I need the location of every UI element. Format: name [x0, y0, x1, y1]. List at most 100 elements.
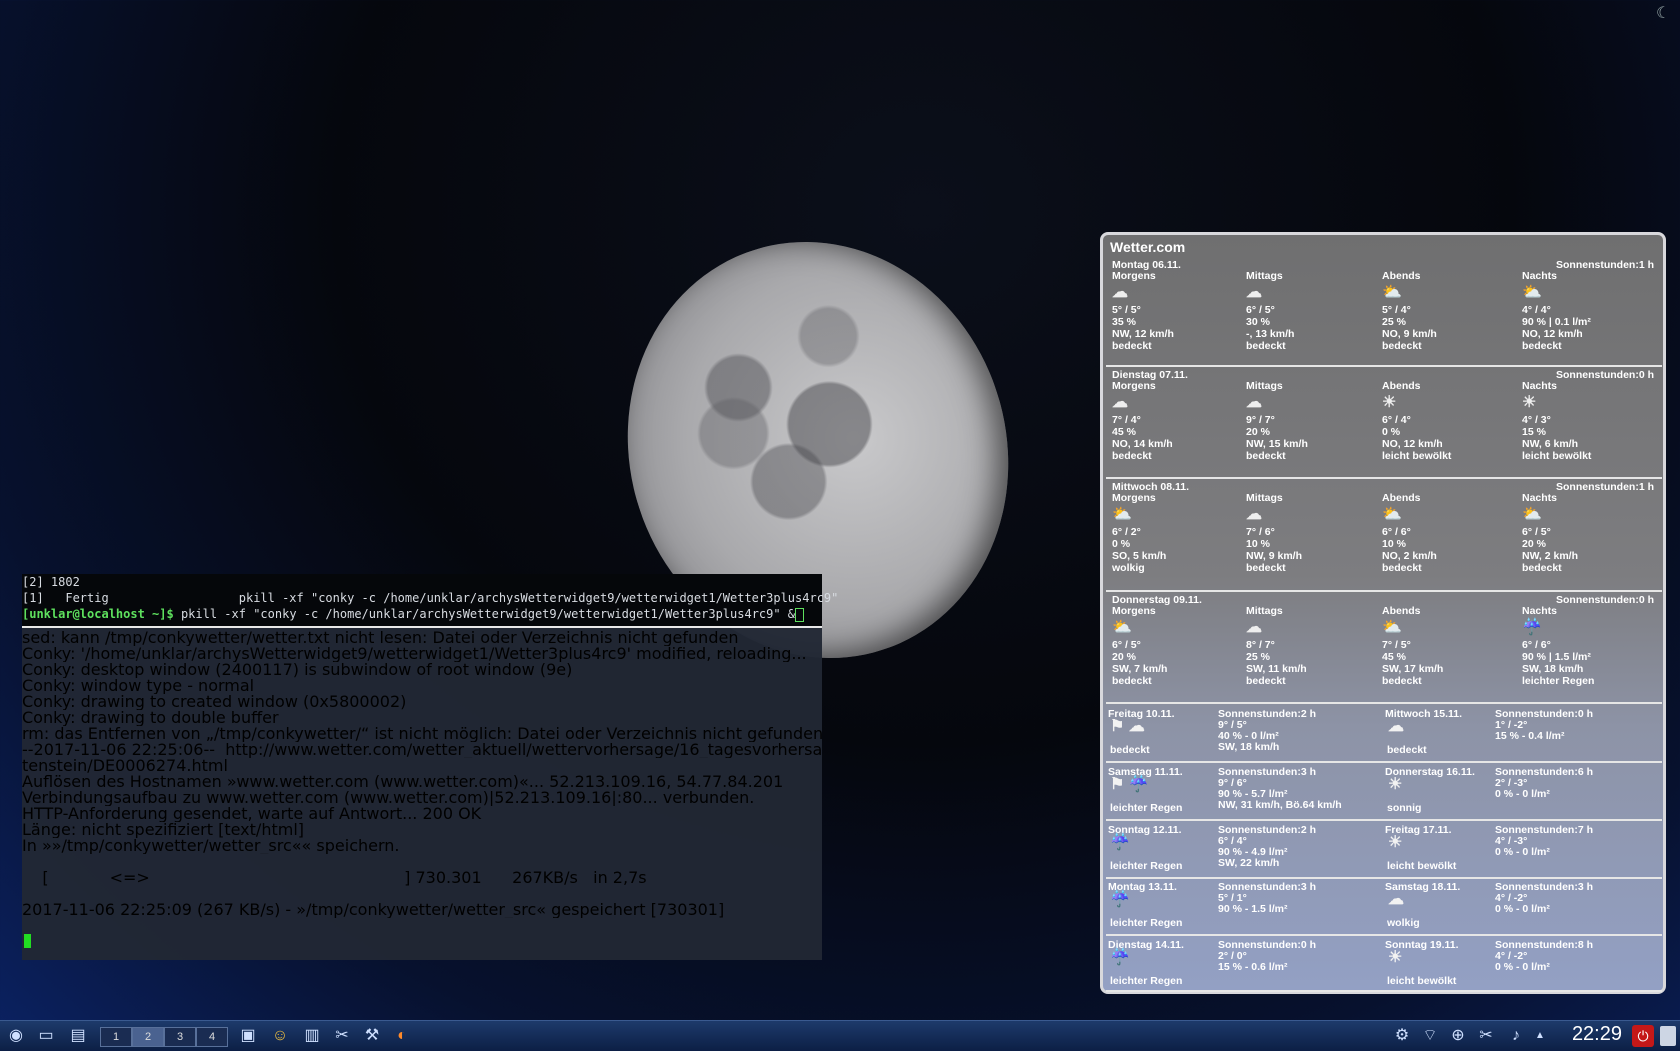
widget-title: Wetter.com — [1110, 239, 1186, 255]
cloud-sun-icon: ⛅ — [1382, 619, 1402, 636]
temperature: 6° / 5° — [1522, 526, 1551, 538]
weather-icon: ☁ — [1388, 718, 1404, 735]
terminal-line: In »»/tmp/conkywetter/wetter_src«« speic… — [22, 838, 400, 854]
condition: leichter Regen — [1110, 975, 1183, 987]
terminal-output: sed: kann /tmp/conkywetter/wetter.txt ni… — [22, 630, 822, 918]
temperature: 6° / 2° — [1112, 526, 1141, 538]
period-label: Morgens — [1112, 380, 1156, 392]
cloud-icon: ☁ — [1246, 506, 1262, 523]
temperature: 6° / 6° — [1382, 526, 1411, 538]
weather-icon: ☔ — [1110, 891, 1130, 908]
cloud-sun-icon: ⛅ — [1382, 284, 1402, 301]
desktop-2-button[interactable]: 2 — [132, 1027, 164, 1047]
weather-icon: ⚑ ☁ — [1110, 718, 1145, 735]
period-column: Mittags ☁ 9° / 7° 20 % NW, 15 km/h bedeckt — [1246, 380, 1308, 462]
show-desktop-icon[interactable]: ▭ — [36, 1026, 56, 1046]
period-column: Abends ☀ 6° / 4° 0 % NO, 12 km/h leicht bewöl… — [1382, 380, 1451, 462]
rain-cloud-icon: ☔ — [1522, 619, 1542, 636]
forecast-detail: 0 % - 0 l/m² — [1495, 846, 1550, 858]
terminal-line: rm: das Entfernen von „/tmp/conkywetter/… — [22, 726, 822, 742]
cloud-icon: ☁ — [1112, 284, 1128, 301]
settings-tools-icon[interactable]: ✂ — [332, 1026, 352, 1046]
temperature: 6° / 6° — [1522, 639, 1551, 651]
wind: NW, 15 km/h — [1246, 438, 1308, 450]
condition: sonnig — [1387, 802, 1422, 814]
rain-chance: 25 % — [1246, 651, 1270, 663]
period-label: Nachts — [1522, 492, 1558, 504]
rain-chance: 90 % | 1.5 l/m² — [1522, 651, 1591, 663]
smiley-app-icon[interactable]: ☺ — [270, 1026, 290, 1046]
terminal-line: Conky: desktop window (2400117) is subwi… — [22, 662, 573, 678]
cloud-sun-icon: ⛅ — [1522, 284, 1542, 301]
wind: SW, 17 km/h — [1382, 663, 1444, 675]
weather-widget: Wetter.com Montag 06.11. Sonnenstunden:1 … — [1100, 232, 1666, 994]
temperature: 6° / 5° — [1112, 639, 1141, 651]
forecast-detail: 0 % - 0 l/m² — [1495, 788, 1550, 800]
rain-chance: 20 % — [1112, 651, 1136, 663]
rain-chance: 0 % — [1382, 426, 1401, 438]
forecast-detail: 0 % - 0 l/m² — [1495, 903, 1550, 915]
wind: SW, 11 km/h — [1246, 663, 1307, 675]
terminal-line: Conky: drawing to created window (0x5800… — [22, 694, 407, 710]
condition: leichter Regen — [1110, 917, 1183, 929]
period-column: Abends ⛅ 7° / 5° 45 % SW, 17 km/h bedeckt — [1382, 605, 1443, 687]
moon-corner-icon: ☾ — [1656, 3, 1671, 22]
power-button[interactable]: ⏻ — [1632, 1025, 1654, 1047]
wind: NO, 2 km/h — [1382, 550, 1437, 562]
desktop-4-button[interactable]: 4 — [196, 1027, 228, 1047]
temperature: 4° / 3° — [1522, 414, 1551, 426]
app-launcher-icon[interactable]: ◉ — [6, 1026, 26, 1046]
condition: bedeckt — [1246, 340, 1286, 352]
desktop-1-button[interactable]: 1 — [100, 1027, 132, 1047]
terminal-header[interactable]: [2] 1802 [1] Fertig pkill -xf "conky -c … — [22, 574, 838, 626]
cloud-sun-icon: ⛅ — [1112, 506, 1132, 523]
terminal-line: [2] 1802 — [22, 575, 80, 589]
firefox-icon[interactable]: ◐ — [392, 1026, 412, 1046]
cloud-icon: ☁ — [1112, 394, 1128, 411]
rain-chance: 15 % — [1522, 426, 1546, 438]
tools-tray-icon[interactable]: ⚙ — [1392, 1026, 1412, 1046]
forecast-day: Montag 06.11. Sonnenstunden:1 h Morgens ☁ 5°… — [1106, 259, 1662, 367]
temperature: 7° / 5° — [1382, 639, 1411, 651]
show-desktop-button[interactable] — [1660, 1026, 1676, 1046]
network-tool-icon[interactable]: ⚒ — [362, 1026, 382, 1046]
terminal-line: tenstein/DE0006274.html — [22, 758, 228, 774]
clipboard-tray-icon[interactable]: ✂ — [1476, 1026, 1496, 1046]
weather-icon: ☁ — [1388, 891, 1404, 908]
weather-icon: ☔ — [1110, 949, 1130, 966]
forecast-day: Donnerstag 09.11. Sonnenstunden:0 h Morgen… — [1106, 594, 1662, 704]
condition: bedeckt — [1112, 340, 1152, 352]
forecast-detail: 15 % - 0.4 l/m² — [1495, 730, 1565, 742]
period-column: Morgens ☁ 5° / 5° 35 % NW, 12 km/h bedeckt — [1112, 270, 1174, 352]
wind: NO, 14 km/h — [1112, 438, 1173, 450]
rain-chance: 45 % — [1382, 651, 1406, 663]
period-label: Abends — [1382, 492, 1421, 504]
period-label: Abends — [1382, 380, 1421, 392]
tray-expand-icon[interactable]: ▲ — [1530, 1026, 1550, 1046]
terminal-icon[interactable]: ▣ — [238, 1026, 258, 1046]
sun-icon: ☀ — [1382, 394, 1397, 411]
notes-icon[interactable]: ▥ — [302, 1026, 322, 1046]
condition: leicht bewölkt — [1522, 450, 1592, 462]
shell-command: pkill -xf "conky -c /home/unklar/archysW… — [173, 607, 796, 621]
volume-tray-icon[interactable]: ♪ — [1506, 1026, 1526, 1046]
file-manager-icon[interactable]: ▤ — [68, 1026, 88, 1046]
clock[interactable]: 22:29 — [1572, 1023, 1622, 1046]
wind: NW, 2 km/h — [1522, 550, 1579, 562]
period-label: Mittags — [1246, 492, 1283, 504]
wifi-tray-icon[interactable]: ⌔ — [1420, 1026, 1440, 1046]
terminal-line: sed: kann /tmp/conkywetter/wetter.txt ni… — [22, 630, 739, 646]
terminal-line: Conky: window type - normal — [22, 678, 255, 694]
desktop-3-button[interactable]: 3 — [164, 1027, 196, 1047]
period-label: Nachts — [1522, 270, 1558, 282]
network-tray-icon[interactable]: ⊕ — [1448, 1026, 1468, 1046]
shell-prompt: [unklar@localhost ~]$ — [22, 607, 174, 621]
wind: SO, 5 km/h — [1112, 550, 1167, 562]
terminal-line: HTTP-Anforderung gesendet, warte auf Ant… — [22, 806, 482, 822]
terminal-line: Verbindungsaufbau zu www.wetter.com (www… — [22, 790, 755, 806]
terminal-cursor — [24, 934, 31, 948]
condition: bedeckt — [1522, 562, 1562, 574]
condition: leicht bewölkt — [1382, 450, 1452, 462]
condition: leicht bewölkt — [1387, 860, 1457, 872]
